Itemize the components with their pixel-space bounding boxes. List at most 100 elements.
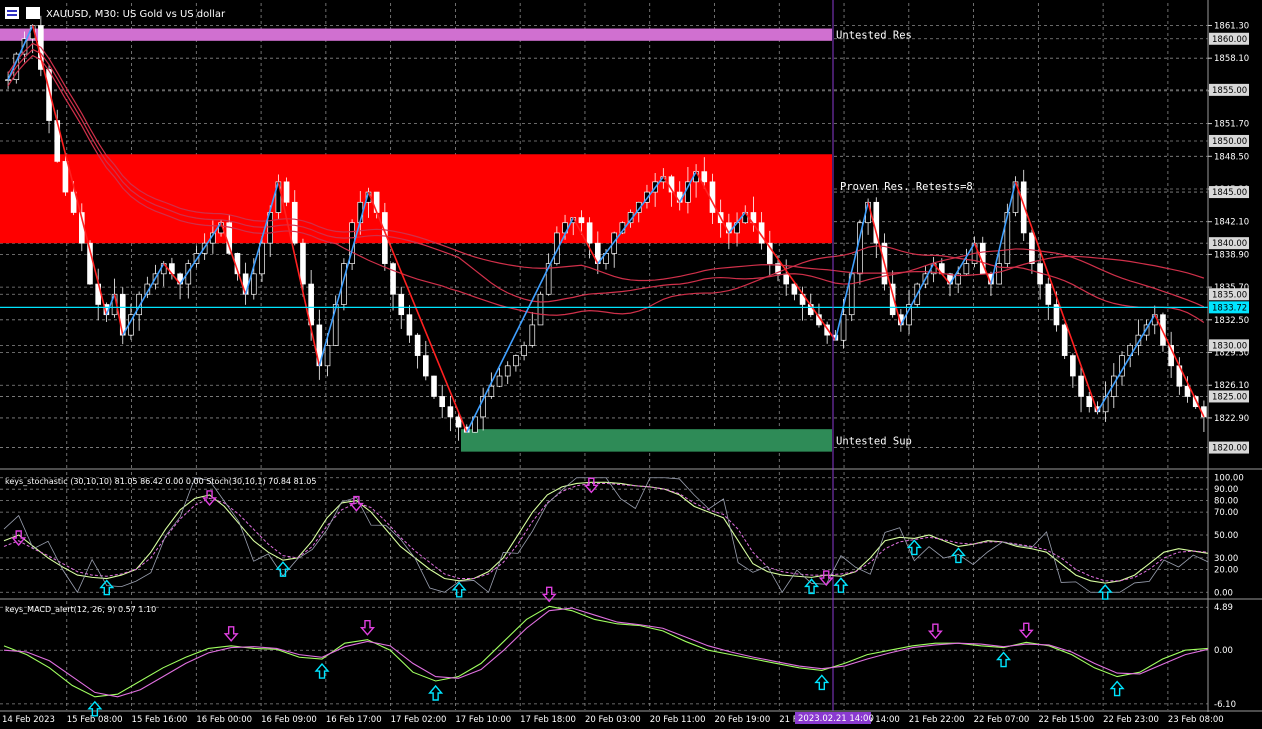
zigzag-up-leg — [949, 242, 976, 285]
time-tick-label: 22 Feb 23:00 — [1103, 715, 1159, 725]
candle-body — [537, 293, 544, 326]
window-menu-icon[interactable] — [5, 7, 19, 19]
level-price-label: 1840.00 — [1212, 239, 1247, 249]
sr-zone — [0, 28, 832, 41]
stoch-signal-line — [3, 482, 1209, 582]
zigzag-down-leg — [1154, 314, 1205, 418]
chart-type-icon[interactable] — [26, 7, 40, 19]
time-tick-label: 17 Feb 02:00 — [391, 715, 447, 725]
candle-body — [251, 273, 257, 295]
time-tick-label: 20 Feb 03:00 — [585, 715, 641, 725]
candle-body — [1086, 396, 1093, 408]
candle-body — [963, 263, 970, 275]
time-tick-label: 17 Feb 10:00 — [455, 715, 511, 725]
price-tick-label: 1858.10 — [1214, 54, 1249, 64]
sr-zone — [461, 429, 832, 452]
macd-main-line — [3, 605, 1209, 698]
zigzag-down-leg — [867, 202, 902, 326]
stoch-tick-label: 50.00 — [1214, 531, 1238, 541]
stoch-tick-label: 20.00 — [1214, 565, 1238, 575]
candle-body — [1061, 324, 1068, 356]
up-arrow-icon — [804, 578, 820, 595]
down-arrow-icon — [1018, 622, 1034, 639]
stoch-tick-label: 30.00 — [1214, 554, 1238, 564]
candle-body — [513, 355, 519, 367]
stoch-tick-label: 80.00 — [1214, 497, 1238, 507]
down-arrow-icon — [818, 570, 834, 587]
up-arrow-icon — [1109, 680, 1125, 697]
down-arrow-icon — [927, 623, 943, 640]
time-tick-label: 15 Feb 08:00 — [67, 715, 123, 725]
macd-tick-label: 4.89 — [1214, 603, 1233, 613]
price-axis: 14 Feb 2023 15 Feb 08:00 15 Feb 16:00 16 Fe… — [2, 21, 1249, 725]
candle-body — [390, 263, 396, 295]
zigzag-up-leg — [900, 263, 935, 326]
zone-label: Proven Res. Retests=8 — [840, 181, 973, 193]
time-tick-label: 16 Feb 09:00 — [261, 715, 317, 725]
candle-body — [5, 79, 11, 81]
zone-label: Untested Sup — [836, 435, 912, 447]
stoch-tick-label: 100.00 — [1214, 474, 1244, 484]
candle-body — [414, 334, 421, 356]
price-series — [0, 0, 1208, 711]
up-arrow-icon — [428, 684, 444, 701]
supply-demand-zones: Untested Res Proven Res. Retests=8 Unteste… — [0, 28, 973, 452]
time-tick-label: 20 Feb 11:00 — [650, 715, 706, 725]
level-price-label: 1820.00 — [1212, 444, 1247, 454]
down-arrow-icon — [359, 619, 375, 636]
price-tick-label: 1832.50 — [1214, 316, 1249, 326]
time-tick-label: 22 Feb 07:00 — [974, 715, 1030, 725]
up-arrow-icon — [950, 547, 966, 564]
candle-body — [439, 396, 445, 408]
stoch-main-line — [3, 481, 1209, 584]
zigzag-up-leg — [122, 263, 165, 336]
candle-body — [1045, 283, 1052, 305]
candle-body — [840, 314, 847, 341]
candle-body — [406, 314, 413, 336]
candle-body — [521, 345, 527, 356]
candle-body — [398, 293, 405, 316]
price-tick-label: 1822.90 — [1214, 414, 1249, 424]
price-tick-label: 1842.10 — [1214, 218, 1249, 228]
candle-body — [283, 181, 290, 203]
candle-body — [431, 375, 437, 397]
level-price-label: 1835.00 — [1212, 290, 1247, 300]
up-arrow-icon — [906, 539, 922, 556]
price-tick-label: 1848.50 — [1214, 152, 1249, 162]
candle-body — [578, 217, 585, 224]
down-arrow-icon — [223, 626, 239, 642]
time-tick-label: 22 Feb 15:00 — [1038, 715, 1094, 725]
candle-body — [291, 201, 298, 244]
candle-body — [701, 171, 708, 183]
candle-body — [324, 345, 331, 367]
level-price-label: 1830.00 — [1212, 341, 1247, 351]
candle-body — [259, 242, 265, 275]
macd-tick-label: -6.10 — [1214, 700, 1236, 710]
trading-chart[interactable]: Untested Res Proven Res. Retests=8 Unteste… — [0, 0, 1262, 729]
price-tick-label: 1838.90 — [1214, 250, 1249, 260]
level-price-label: 1855.00 — [1212, 86, 1247, 96]
price-tick-label: 1851.70 — [1214, 120, 1249, 130]
price-tick-label: 1826.10 — [1214, 381, 1249, 391]
level-price-label: 1845.00 — [1212, 188, 1247, 198]
candle-body — [62, 161, 69, 193]
candle-body — [496, 375, 503, 387]
level-price-label: 1825.00 — [1212, 392, 1247, 402]
time-tick-label: 21 Feb 22:00 — [909, 715, 965, 725]
stoch-tick-label: 90.00 — [1214, 485, 1238, 495]
candle-body — [783, 273, 789, 285]
time-marker-label: 2023.02.21 14:00 — [798, 714, 874, 724]
zigzag-up-leg — [1096, 314, 1156, 413]
sr-zone — [0, 154, 832, 244]
price-tick-label: 1861.30 — [1214, 21, 1249, 31]
current-price-label: 1833.72 — [1212, 303, 1247, 313]
candle-body — [1070, 355, 1076, 377]
down-arrow-icon — [583, 477, 599, 494]
stoch-tick-label: 0.00 — [1214, 588, 1233, 598]
candle-body — [709, 181, 716, 213]
up-arrow-icon — [833, 577, 849, 593]
candle-body — [504, 365, 511, 377]
candle-body — [586, 222, 593, 244]
time-tick-label: 15 Feb 16:00 — [132, 715, 188, 725]
up-arrow-icon — [996, 651, 1012, 668]
